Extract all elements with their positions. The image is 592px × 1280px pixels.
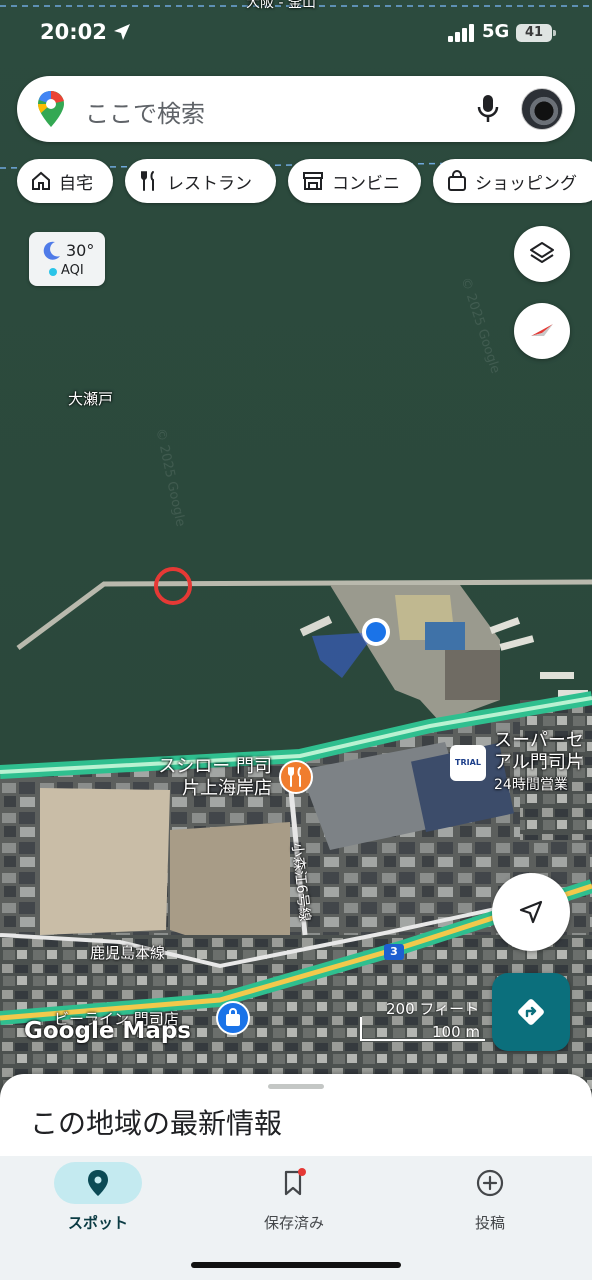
add-circle-icon: [476, 1169, 504, 1197]
scale-feet: 200 フィート: [386, 1000, 480, 1018]
nav-saved-label: 保存済み: [263, 1214, 324, 1232]
navigation-arrow-icon: [519, 900, 543, 924]
compass-icon: [531, 324, 553, 336]
water-label: 大瀬戸: [68, 390, 114, 408]
layers-icon: [530, 242, 554, 263]
bottom-sheet[interactable]: この地域の最新情報: [0, 1074, 592, 1164]
weather-widget[interactable]: 30° AQI: [29, 232, 105, 286]
google-maps-branding: Google Maps: [24, 1018, 191, 1044]
nav-contribute-icon-wrap: [446, 1162, 534, 1204]
bookmark-icon: [284, 1168, 306, 1196]
sushiro-line1: スシロー 門司: [158, 756, 272, 777]
chip-home[interactable]: 自宅: [17, 159, 113, 203]
road-label-kagoshima: 鹿児島本線: [90, 944, 166, 962]
trial-logo[interactable]: TRIAL: [453, 758, 483, 767]
trial-hours: 24時間営業: [494, 777, 568, 793]
fork-knife-icon: [141, 171, 154, 191]
chip-restaurant-label: レストラン: [167, 173, 252, 194]
chip-convenience-label: コンビニ: [332, 173, 400, 194]
route-shield-label: 3: [390, 945, 398, 958]
nav-contribute-label: 投稿: [474, 1214, 505, 1232]
search-bar[interactable]: ここで検索: [17, 76, 575, 142]
directions-icon: [518, 999, 544, 1025]
google-maps-pin-icon: [38, 91, 64, 127]
moon-icon: [43, 241, 60, 260]
aqi-label: AQI: [61, 263, 84, 278]
profile-avatar[interactable]: [521, 88, 563, 130]
layers-button[interactable]: [514, 226, 570, 282]
sushiro-label[interactable]: スシロー 門司 片上海岸店: [150, 756, 272, 800]
mic-icon[interactable]: [477, 93, 499, 125]
fork-knife-icon[interactable]: [286, 766, 306, 788]
sheet-handle[interactable]: [268, 1084, 324, 1089]
scale-meters: 100 m: [432, 1023, 481, 1041]
my-location-button[interactable]: [492, 873, 570, 951]
status-time: 20:02: [40, 20, 107, 44]
location-services-icon: [114, 24, 130, 40]
directions-button[interactable]: [492, 973, 570, 1051]
sheet-title: この地域の最新情報: [30, 1107, 283, 1140]
aqi-dot: [49, 268, 57, 276]
nav-saved-icon-wrap: [250, 1162, 338, 1204]
shopping-bag-pin-icon[interactable]: [224, 1008, 242, 1032]
trial-line2: アル門司片: [494, 752, 584, 773]
sushiro-line2: 片上海岸店: [182, 778, 272, 799]
trial-line1: スーパーセ: [494, 730, 584, 751]
trial-label[interactable]: スーパーセ アル門司片 24時間営業: [494, 730, 584, 796]
chip-home-label: 自宅: [59, 173, 93, 194]
chip-shopping[interactable]: ショッピング: [433, 159, 592, 203]
nav-explore-highlight: [54, 1162, 142, 1204]
chip-convenience[interactable]: コンビニ: [288, 159, 421, 203]
weather-temperature: 30°: [66, 241, 95, 260]
chip-restaurant[interactable]: レストラン: [125, 159, 276, 203]
shopping-bag-icon: [448, 170, 466, 191]
search-input[interactable]: ここで検索: [85, 94, 205, 129]
place-pin-icon: [88, 1170, 108, 1196]
home-icon: [32, 171, 50, 190]
store-icon: [303, 172, 323, 190]
network-type: 5G: [482, 21, 510, 42]
battery-indicator: 41: [516, 24, 556, 42]
compass-button[interactable]: [514, 303, 570, 359]
signal-icon: [448, 24, 474, 42]
status-bar: 20:02 5G 41: [0, 0, 592, 66]
home-indicator[interactable]: [191, 1262, 401, 1268]
chip-shopping-label: ショッピング: [475, 173, 577, 194]
nav-explore-label: スポット: [67, 1214, 128, 1232]
